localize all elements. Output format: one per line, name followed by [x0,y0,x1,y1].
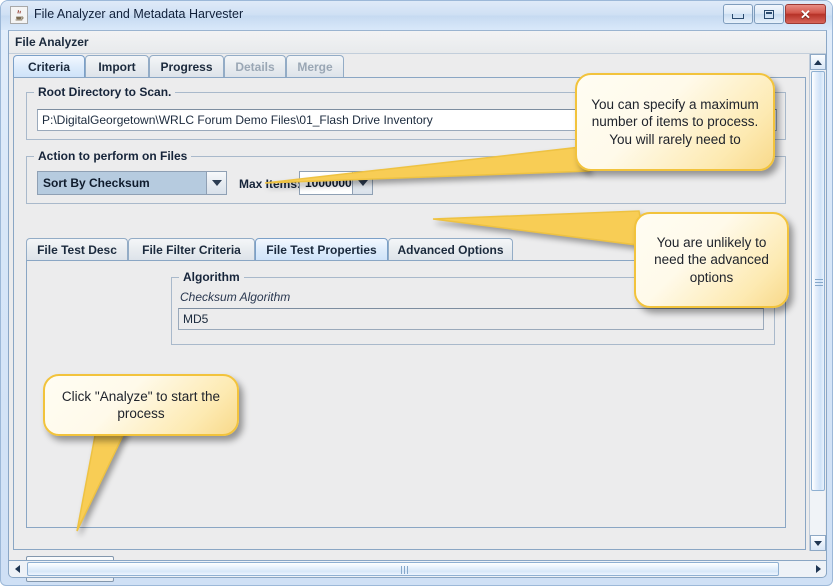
callout-advanced-options: You are unlikely to need the advanced op… [634,212,789,308]
scroll-left-icon [15,565,20,573]
chevron-down-icon [212,180,222,186]
subtab-file-test-properties[interactable]: File Test Properties [255,238,388,260]
horizontal-scrollbar-thumb[interactable] [27,562,779,576]
maximize-icon [764,10,774,19]
scroll-right-icon [816,565,821,573]
scroll-up-icon [814,60,822,65]
algorithm-group-title: Algorithm [179,270,244,284]
tab-merge: Merge [286,55,344,77]
title-bar[interactable]: File Analyzer and Metadata Harvester ✕ [1,1,833,30]
callout-tail-advanced-options [421,201,661,271]
callout-tail-max-items [251,141,601,201]
close-button[interactable]: ✕ [785,4,826,24]
maximize-button[interactable] [754,4,784,24]
close-icon: ✕ [800,8,811,21]
tab-import[interactable]: Import [85,55,149,77]
callout-tail-analyze [51,421,181,541]
action-group-title: Action to perform on Files [34,149,191,163]
minimize-button[interactable] [723,4,753,24]
tab-details: Details [224,55,286,77]
menu-bar: File Analyzer [9,31,826,54]
subtab-file-filter-criteria[interactable]: File Filter Criteria [128,238,255,260]
scroll-down-button[interactable] [810,535,826,551]
scroll-left-button[interactable] [9,561,25,577]
callout-max-items: You can specify a maximum number of item… [575,73,775,171]
scroll-down-icon [814,541,822,546]
menu-item-file-analyzer[interactable]: File Analyzer [15,35,89,49]
checksum-algorithm-value[interactable]: MD5 [178,308,764,330]
minimize-icon [732,14,744,19]
vertical-scrollbar-thumb[interactable] [811,71,825,491]
action-combo-arrow-button[interactable] [206,172,226,194]
tab-criteria[interactable]: Criteria [13,55,85,77]
subtab-file-test-desc[interactable]: File Test Desc [26,238,128,260]
root-directory-group-title: Root Directory to Scan. [34,85,175,99]
window-title: File Analyzer and Metadata Harvester [34,7,243,21]
scroll-up-button[interactable] [810,54,826,70]
tab-progress[interactable]: Progress [149,55,224,77]
scroll-right-button[interactable] [810,561,826,577]
vertical-scrollbar[interactable] [809,54,825,551]
action-combo-value: Sort By Checksum [38,172,206,194]
action-combo[interactable]: Sort By Checksum [37,171,227,195]
checksum-algorithm-label: Checksum Algorithm [180,290,290,304]
java-coffee-cup-icon [10,6,28,24]
callout-analyze: Click "Analyze" to start the process [43,374,239,436]
application-window: File Analyzer and Metadata Harvester ✕ F… [0,0,833,586]
horizontal-scrollbar[interactable] [8,560,827,578]
